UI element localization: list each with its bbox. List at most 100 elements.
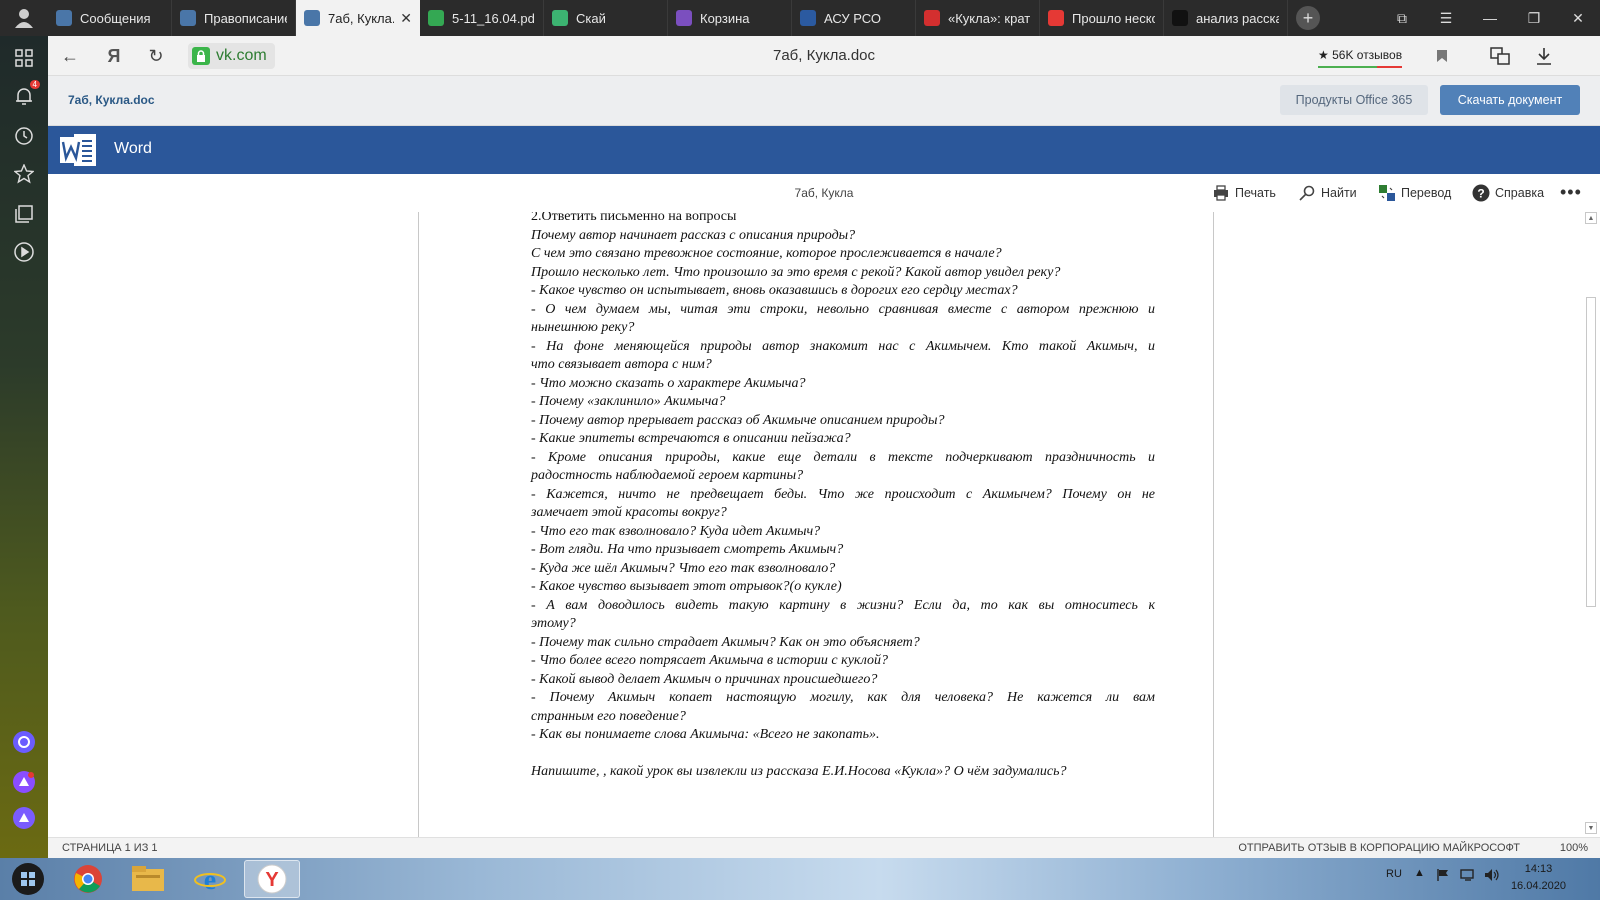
document-line: - О чем думаем мы, читая эти строки, нев…: [531, 301, 1155, 317]
alice-assistant-icon[interactable]: [12, 730, 36, 754]
browser-tab[interactable]: анализ рассказа: [1164, 0, 1288, 36]
document-closing-line: Напишите, , какой урок вы извлекли из ра…: [531, 763, 1067, 779]
document-line: - Куда же шёл Акимыч? Что его так взволн…: [531, 560, 836, 576]
network-icon[interactable]: [1460, 868, 1476, 885]
windows-taskbar: e Y RU ▲ 14:13 16.04.2020: [0, 858, 1600, 900]
browser-tab[interactable]: «Кукла»: кратко: [916, 0, 1040, 36]
reviews-label: ★ 56K отзывов: [1318, 48, 1403, 62]
send-feedback-link[interactable]: ОТПРАВИТЬ ОТЗЫВ В КОРПОРАЦИЮ МАЙКРОСОФТ: [1238, 842, 1520, 854]
document-line: Прошло несколько лет. Что произошло за э…: [531, 264, 1061, 280]
rating-bar: [1318, 66, 1403, 68]
volume-icon[interactable]: [1484, 868, 1500, 885]
chrome-taskbar-icon[interactable]: [60, 860, 116, 898]
show-hidden-icons-icon[interactable]: ▲: [1414, 867, 1425, 879]
reload-icon[interactable]: ↻: [144, 44, 168, 68]
search-icon: [1298, 184, 1316, 202]
svg-text:e: e: [204, 865, 216, 895]
tab-label: «Кукла»: кратко: [948, 10, 1031, 26]
message-icon: [56, 10, 72, 26]
print-button[interactable]: Печать: [1212, 184, 1276, 202]
media-play-icon[interactable]: [12, 240, 36, 264]
translate-button[interactable]: Перевод: [1378, 184, 1451, 202]
page-count: СТРАНИЦА 1 ИЗ 1: [62, 842, 158, 854]
minimize-icon[interactable]: —: [1468, 0, 1512, 36]
browser-tab[interactable]: Прошло несколько: [1040, 0, 1164, 36]
vertical-scrollbar[interactable]: ▲ ▼: [1582, 212, 1600, 837]
office-products-button[interactable]: Продукты Office 365: [1280, 85, 1428, 115]
document-line: - А вам доводилось видеть такую картину …: [531, 597, 1155, 613]
history-clock-icon[interactable]: [12, 124, 36, 148]
bookmarks-panel-icon[interactable]: ⧉: [1380, 0, 1424, 36]
document-body: 2.Ответить письменно на вопросы Почему а…: [531, 212, 1155, 781]
language-indicator[interactable]: RU: [1386, 868, 1402, 880]
reviews-rating[interactable]: ★ 56K отзывов: [1318, 44, 1403, 68]
browser-tab[interactable]: Сообщения: [48, 0, 172, 36]
zoom-level[interactable]: 100%: [1560, 842, 1588, 854]
scroll-down-arrow-icon[interactable]: ▼: [1585, 822, 1597, 834]
more-options-icon[interactable]: •••: [1560, 182, 1582, 203]
document-line: - Почему «заклинило» Акимыча?: [531, 394, 726, 409]
word-app-header: Word: [48, 126, 1600, 174]
vk-icon: [180, 10, 196, 26]
browser-tab[interactable]: Скай: [544, 0, 668, 36]
document-name: 7аб, Кукла.doc: [68, 93, 155, 107]
printer-icon: [1212, 184, 1230, 202]
word-logo-icon: [60, 132, 98, 168]
close-window-icon[interactable]: ✕: [1556, 0, 1600, 36]
document-line: Почему автор начинает рассказ с описания…: [531, 227, 856, 243]
z-icon: [1172, 10, 1188, 26]
notifications-bell-icon[interactable]: 4: [12, 80, 40, 108]
voice-assistant-icon[interactable]: [12, 806, 36, 830]
browser-tab[interactable]: Корзина: [668, 0, 792, 36]
user-profile-icon[interactable]: [0, 0, 48, 36]
apps-grid-icon[interactable]: [12, 46, 36, 70]
taskbar-clock[interactable]: 14:13 16.04.2020: [1511, 861, 1566, 895]
document-line: - Кажется, ничто не предвещает беды. Что…: [531, 486, 1155, 502]
browser-tab[interactable]: АСУ РСО: [792, 0, 916, 36]
yandex-logo-icon[interactable]: Я: [102, 44, 126, 68]
start-button[interactable]: [0, 860, 56, 898]
browser-tab[interactable]: 5-11_16.04.pdf: [420, 0, 544, 36]
yandex-browser-taskbar-icon[interactable]: Y: [244, 860, 300, 898]
svg-text:Y: Y: [265, 869, 279, 891]
translate-label: Перевод: [1401, 186, 1452, 200]
back-arrow-icon[interactable]: ←: [58, 44, 82, 68]
document-line: странным его поведение?: [531, 708, 686, 724]
asu-icon: [800, 10, 816, 26]
document-heading: 2.Ответить письменно на вопросы: [531, 212, 737, 224]
new-tab-button[interactable]: +: [1288, 0, 1328, 36]
document-page: 2.Ответить письменно на вопросы Почему а…: [418, 212, 1214, 837]
file-explorer-taskbar-icon[interactable]: [120, 860, 176, 898]
close-tab-icon[interactable]: ✕: [400, 10, 412, 27]
bookmark-icon[interactable]: [1430, 44, 1454, 68]
vk-document-header: 7аб, Кукла.doc Продукты Office 365 Скача…: [48, 76, 1600, 126]
document-line: - Вот гляди. На что призывает смотреть А…: [531, 542, 844, 557]
internet-explorer-taskbar-icon[interactable]: e: [182, 860, 238, 898]
restore-icon[interactable]: ❐: [1512, 0, 1556, 36]
document-line: этому?: [531, 616, 576, 631]
download-icon[interactable]: [1532, 44, 1556, 68]
download-document-button[interactable]: Скачать документ: [1440, 85, 1580, 115]
action-center-flag-icon[interactable]: [1436, 868, 1450, 885]
document-line: - Что его так взволновало? Куда идет Аки…: [531, 523, 821, 539]
favorites-star-icon[interactable]: [12, 162, 36, 186]
browser-tab[interactable]: 7аб, Кукла.doc ✕: [296, 0, 420, 36]
menu-icon[interactable]: ☰: [1424, 0, 1468, 36]
document-line: нынешнюю реку?: [531, 320, 635, 335]
document-line: С чем это связано тревожное состояние, к…: [531, 246, 1002, 261]
messenger-app-icon[interactable]: [12, 770, 36, 794]
browser-tab[interactable]: Правописание: [172, 0, 296, 36]
document-line: замечает этой красоты вокруг?: [531, 505, 727, 520]
find-button[interactable]: Найти: [1298, 184, 1357, 202]
scroll-up-arrow-icon[interactable]: ▲: [1585, 212, 1597, 224]
translate-page-icon[interactable]: [1488, 44, 1512, 68]
document-line: - Что более всего потрясает Акимыча в ис…: [531, 653, 889, 668]
url-field[interactable]: vk.com: [188, 43, 275, 69]
collections-icon[interactable]: [12, 202, 36, 226]
help-button[interactable]: ? Справка: [1472, 184, 1544, 202]
document-line: радостность наблюдаемой героем картины?: [531, 468, 804, 483]
address-bar: ← Я ↻ vk.com 7аб, Кукла.doc ★ 56K отзыво…: [48, 36, 1600, 76]
scrollbar-thumb[interactable]: [1586, 297, 1596, 607]
tab-label: Скай: [576, 10, 606, 26]
